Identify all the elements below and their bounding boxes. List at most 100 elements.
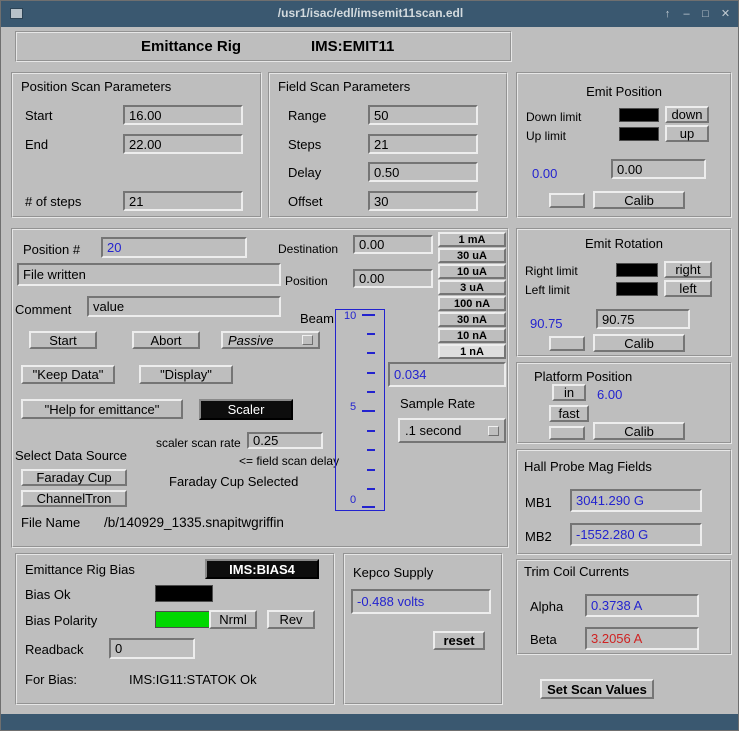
- emit-position-title: Emit Position: [518, 84, 730, 99]
- steps-label: Steps: [288, 137, 321, 152]
- range-button-100na[interactable]: 100 nA: [438, 296, 506, 311]
- scale-major-tick: [362, 314, 375, 316]
- scale-minor-tick: [367, 488, 375, 490]
- scaler-button[interactable]: Scaler: [199, 399, 293, 420]
- platform-position-title: Platform Position: [534, 369, 632, 384]
- position-scan-group: Position Scan Parameters Start 16.00 End…: [11, 72, 262, 218]
- trim-coils-group: Trim Coil Currents Alpha 0.3738 A Beta 3…: [516, 559, 732, 655]
- range-button-1na[interactable]: 1 nA: [438, 344, 506, 359]
- readback-label: Readback: [25, 642, 84, 657]
- display-button[interactable]: "Display": [139, 365, 233, 384]
- bias-group: Emittance Rig Bias IMS:BIAS4 Bias Ok Bia…: [15, 553, 335, 705]
- mb2-label: MB2: [525, 529, 552, 544]
- readback-field[interactable]: 0: [109, 638, 195, 659]
- kepco-title: Kepco Supply: [353, 565, 433, 580]
- mb1-label: MB1: [525, 495, 552, 510]
- hall-probe-group: Hall Probe Mag Fields MB1 3041.290 G MB2…: [516, 449, 732, 555]
- steps-field[interactable]: 21: [368, 134, 478, 154]
- maximize-icon[interactable]: □: [697, 6, 714, 22]
- start-button[interactable]: Start: [29, 331, 97, 349]
- trim-coils-title: Trim Coil Currents: [524, 564, 629, 579]
- abort-button[interactable]: Abort: [132, 331, 200, 349]
- down-button[interactable]: down: [665, 106, 709, 123]
- minimize-icon[interactable]: –: [678, 6, 695, 22]
- title-bar[interactable]: /usr1/isac/edl/imsemit11scan.edl ↑ – □ ✕: [1, 1, 739, 27]
- emit-rotation-title: Emit Rotation: [518, 236, 730, 251]
- bias-ok-indicator: [155, 585, 213, 602]
- nrml-button[interactable]: Nrml: [209, 610, 257, 629]
- emit-position-blank-button[interactable]: [549, 193, 585, 208]
- for-bias-label: For Bias:: [25, 672, 77, 687]
- range-field[interactable]: 50: [368, 105, 478, 125]
- keep-data-button[interactable]: "Keep Data": [21, 365, 115, 384]
- platform-in-button[interactable]: in: [552, 384, 586, 401]
- num-steps-label: # of steps: [25, 194, 81, 209]
- start-field[interactable]: 16.00: [123, 105, 243, 125]
- left-limit-label: Left limit: [525, 283, 570, 297]
- rev-button[interactable]: Rev: [267, 610, 315, 629]
- comment-label: Comment: [15, 302, 71, 317]
- up-button[interactable]: up: [665, 125, 709, 142]
- set-scan-values-button[interactable]: Set Scan Values: [540, 679, 654, 699]
- bias-polarity-indicator: [155, 611, 213, 628]
- emit-rotation-blank-button[interactable]: [549, 336, 585, 351]
- emit-rotation-calib-button[interactable]: Calib: [593, 334, 685, 352]
- platform-blank-button[interactable]: [549, 426, 585, 440]
- close-icon[interactable]: ✕: [717, 6, 734, 22]
- option-menu-indicator-icon: [302, 335, 313, 345]
- right-button[interactable]: right: [664, 261, 712, 278]
- header-box: Emittance Rig IMS:EMIT11: [15, 31, 512, 62]
- help-emittance-button[interactable]: "Help for emittance": [21, 399, 183, 419]
- range-button-3ua[interactable]: 3 uA: [438, 280, 506, 295]
- faraday-cup-button[interactable]: Faraday Cup: [21, 469, 127, 486]
- range-button-30ua[interactable]: 30 uA: [438, 248, 506, 263]
- offset-field[interactable]: 30: [368, 191, 478, 211]
- position-scan-title: Position Scan Parameters: [21, 79, 171, 94]
- scale-tick-0: 0: [350, 494, 356, 506]
- delay-label: Delay: [288, 165, 321, 180]
- edm-window: /usr1/isac/edl/imsemit11scan.edl ↑ – □ ✕…: [0, 0, 739, 731]
- scaler-scan-rate-field[interactable]: 0.25: [247, 432, 323, 449]
- emit-position-calib-button[interactable]: Calib: [593, 191, 685, 209]
- beam-reading-field: 0.034: [388, 362, 506, 387]
- shade-icon[interactable]: ↑: [659, 6, 676, 22]
- platform-fast-button[interactable]: fast: [549, 405, 589, 422]
- bias-polarity-label: Bias Polarity: [25, 613, 97, 628]
- sample-rate-menu[interactable]: .1 second: [398, 418, 506, 443]
- num-steps-field[interactable]: 21: [123, 191, 243, 211]
- platform-calib-button[interactable]: Calib: [593, 422, 685, 440]
- offset-label: Offset: [288, 194, 322, 209]
- scan-mode-label: Passive: [228, 333, 274, 348]
- range-button-10na[interactable]: 10 nA: [438, 328, 506, 343]
- hall-probe-title: Hall Probe Mag Fields: [524, 459, 652, 474]
- left-button[interactable]: left: [664, 280, 712, 297]
- scale-minor-tick: [367, 469, 375, 471]
- field-scan-delay-note: <= field scan delay: [239, 454, 339, 468]
- scan-mode-menu[interactable]: Passive: [221, 331, 320, 349]
- beam-scale: 10 5 0: [335, 309, 385, 511]
- kepco-reset-button[interactable]: reset: [433, 631, 485, 650]
- beam-position-field[interactable]: 0.00: [353, 269, 433, 288]
- page-title: Emittance Rig: [141, 38, 241, 55]
- start-label: Start: [25, 108, 52, 123]
- end-field[interactable]: 22.00: [123, 134, 243, 154]
- range-button-1ma[interactable]: 1 mA: [438, 232, 506, 247]
- destination-field[interactable]: 0.00: [353, 235, 433, 254]
- sample-rate-value: .1 second: [405, 423, 461, 438]
- comment-field[interactable]: value: [87, 296, 281, 317]
- delay-field[interactable]: 0.50: [368, 162, 478, 182]
- range-button-10ua[interactable]: 10 uA: [438, 264, 506, 279]
- bias-device-button[interactable]: IMS:BIAS4: [205, 559, 319, 579]
- emit-rotation-setpoint-field[interactable]: 90.75: [596, 309, 690, 329]
- end-label: End: [25, 137, 48, 152]
- alpha-field: 0.3738 A: [585, 594, 699, 617]
- emit-position-setpoint-field[interactable]: 0.00: [611, 159, 706, 179]
- kepco-group: Kepco Supply -0.488 volts reset: [343, 553, 503, 705]
- scale-minor-tick: [367, 333, 375, 335]
- file-name-value: /b/140929_1335.snapitwgriffin: [104, 515, 284, 530]
- position-number-field[interactable]: 20: [101, 237, 247, 258]
- range-button-30na[interactable]: 30 nA: [438, 312, 506, 327]
- down-limit-indicator: [619, 108, 659, 122]
- channeltron-button[interactable]: ChannelTron: [21, 490, 127, 507]
- scale-tick-5: 5: [350, 401, 356, 413]
